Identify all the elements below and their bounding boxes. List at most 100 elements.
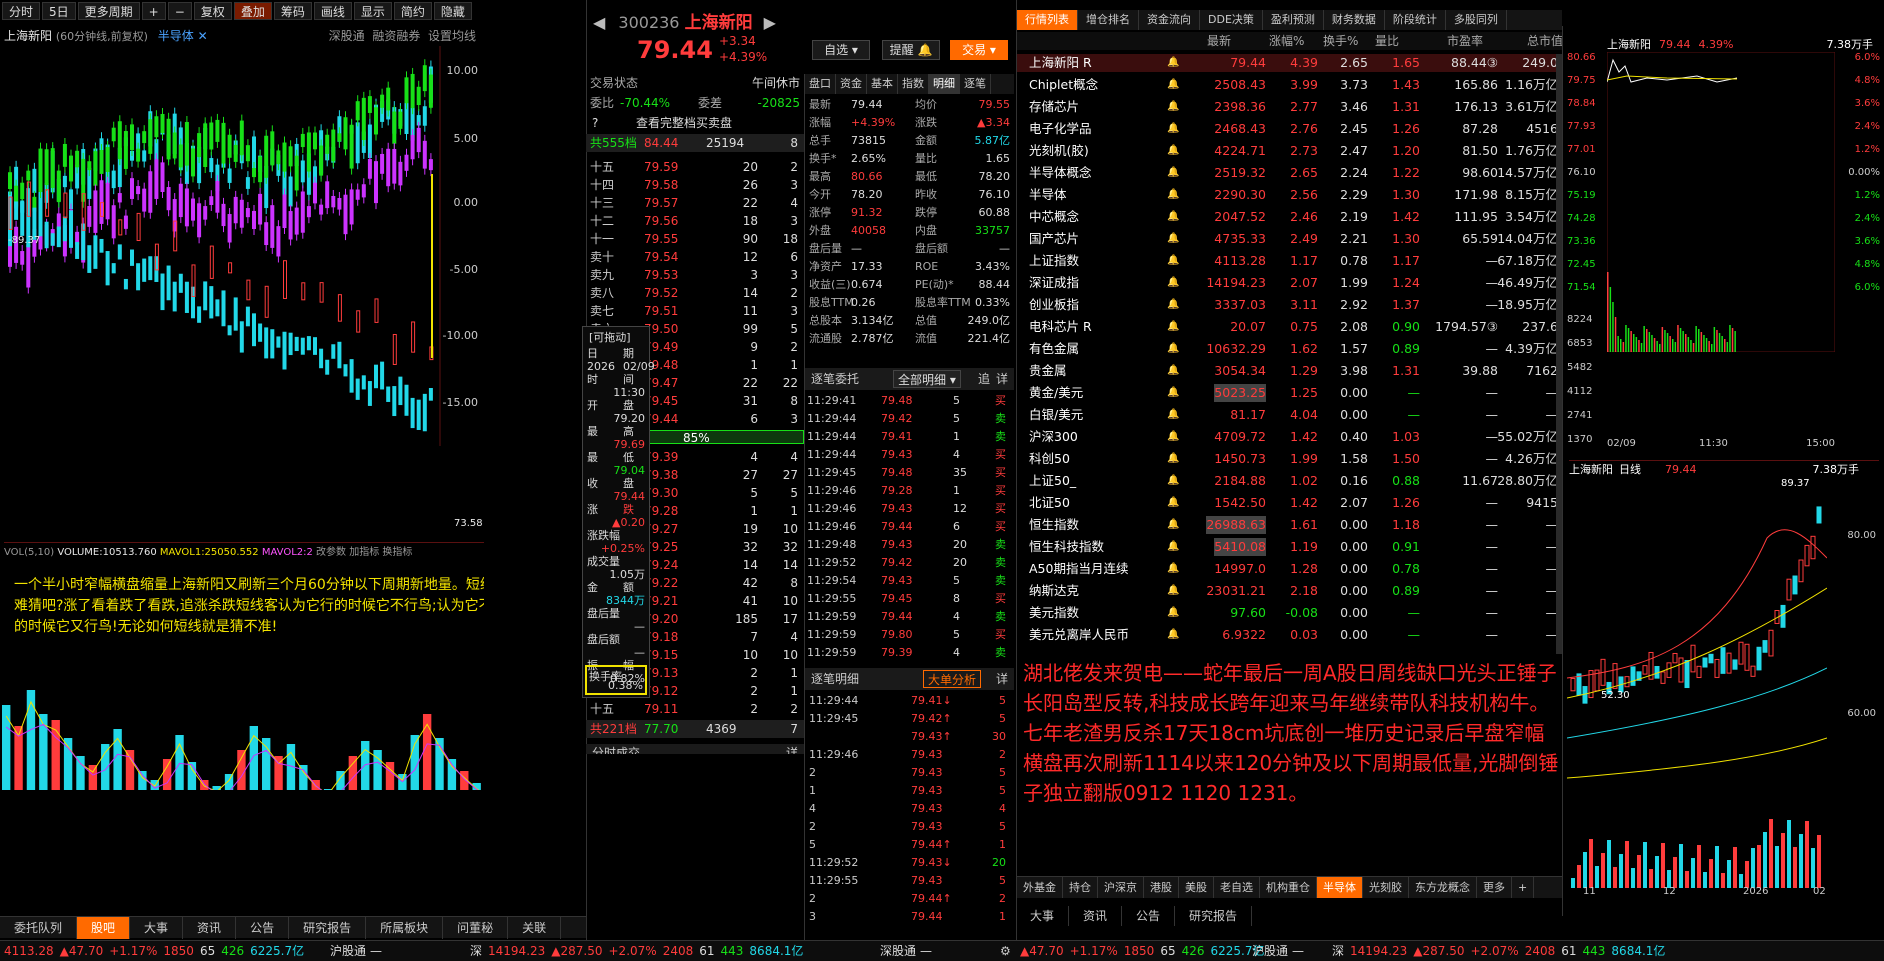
daily-kline-chart[interactable] xyxy=(1567,478,1827,898)
bell-icon[interactable]: 🔔 xyxy=(1167,120,1179,138)
zhubi-chase-button[interactable]: 追 xyxy=(978,368,990,390)
prev-stock-icon[interactable]: ◀ xyxy=(593,13,605,32)
watchlist-tab[interactable]: 更多 xyxy=(1477,877,1512,898)
bell-icon[interactable]: 🔔 xyxy=(1167,428,1179,446)
news-tab[interactable]: 资讯 xyxy=(1069,906,1123,926)
sector-row[interactable]: 黄金/美元 🔔 5023.25 1.25 0.00— — — xyxy=(1017,384,1562,402)
sector-row[interactable]: 白银/美元 🔔 81.17 4.04 0.00— — — xyxy=(1017,406,1562,424)
bottom-tab[interactable]: 公告 xyxy=(236,917,290,939)
sector-tag[interactable]: 半导体 xyxy=(158,29,194,43)
bell-icon[interactable]: 🔔 xyxy=(1167,296,1179,314)
watchlist-tab[interactable]: 美股 xyxy=(1179,877,1214,898)
bell-icon[interactable]: 🔔 xyxy=(1167,340,1179,358)
bell-icon[interactable]: 🔔 xyxy=(1167,406,1179,424)
sector-row[interactable]: 恒生指数 🔔 26988.63 1.61 0.00 1.18— — xyxy=(1017,516,1562,534)
bell-icon[interactable]: 🔔 xyxy=(1167,76,1179,94)
sector-row[interactable]: Chiplet概念 🔔 2508.43 3.99 3.73 1.43 165.86 1.16万… xyxy=(1017,76,1562,94)
news-tab[interactable]: 研究报告 xyxy=(1175,906,1253,926)
sh-index-ticker-2[interactable]: ▲47.70 +1.17% 1850 65 426 6225.7亿 xyxy=(1020,941,1271,961)
bell-icon[interactable]: 🔔 xyxy=(1167,208,1179,226)
sector-tab[interactable]: 盈利预测 xyxy=(1263,10,1324,30)
bell-icon[interactable]: 🔔 xyxy=(1167,164,1179,182)
sell-level-row[interactable]: 卖十 79.54 12 6 xyxy=(586,248,804,266)
hgt-ticker[interactable]: 沪股通 — xyxy=(330,941,386,961)
sector-row[interactable]: 沪深300 🔔 4709.72 1.42 0.40 1.03 —55.02万亿 xyxy=(1017,428,1562,446)
news-tab[interactable]: 公告 xyxy=(1122,906,1176,926)
zhubi-filter[interactable]: 全部明细 ▾ xyxy=(893,370,961,388)
sector-row[interactable]: A50期指当月连续 🔔 14997.0 1.28 0.00 0.78— — xyxy=(1017,560,1562,578)
sector-row[interactable]: 纳斯达克 🔔 23031.21 2.18 0.00 0.89— — xyxy=(1017,582,1562,600)
bell-icon[interactable]: 🔔 xyxy=(1167,274,1179,292)
bell-icon[interactable]: 🔔 xyxy=(1167,54,1179,72)
detail-tab[interactable]: 盘口 xyxy=(805,74,836,94)
bottom-tab[interactable]: 关联 xyxy=(508,917,562,939)
bottom-tab[interactable]: 股吧 xyxy=(77,917,131,939)
tag-close-icon[interactable]: ✕ xyxy=(198,29,208,43)
next-stock-icon[interactable]: ▶ xyxy=(764,13,776,32)
bottom-tab[interactable]: 研究报告 xyxy=(289,917,367,939)
sector-tab[interactable]: 阶段统计 xyxy=(1385,10,1446,30)
bottom-tab[interactable]: 所属板块 xyxy=(366,917,444,939)
detail-tab[interactable]: 资金 xyxy=(836,74,867,94)
hgt-ticker-2[interactable]: 沪股通 — xyxy=(1252,941,1308,961)
full-book-row[interactable]: ? 查看完整档买卖盘 xyxy=(586,114,804,132)
full-book-link[interactable]: 查看完整档买卖盘 xyxy=(636,114,732,132)
vol-switch-link[interactable]: 换指标 xyxy=(382,547,412,558)
sell-level-row[interactable]: 十一 79.55 90 18 xyxy=(586,230,804,248)
sell-level-row[interactable]: 十三 79.57 22 4 xyxy=(586,194,804,212)
sector-row[interactable]: 贵金属 🔔 3054.34 1.29 3.98 1.31 39.88 7162 xyxy=(1017,362,1562,380)
sell-level-row[interactable]: 十五 79.59 20 2 xyxy=(586,158,804,176)
watchlist-tab[interactable]: + xyxy=(1512,877,1535,898)
bottom-tab[interactable]: 委托队列 xyxy=(0,917,78,939)
overlay-button[interactable]: 叠加 xyxy=(233,2,272,20)
link-ma-settings[interactable]: 设置均线 xyxy=(428,29,476,43)
sector-tab[interactable]: 增仓排名 xyxy=(1078,10,1139,30)
sector-row[interactable]: 半导体 🔔 2290.30 2.56 2.29 1.30 171.98 8.15万亿 xyxy=(1017,186,1562,204)
detail-tab[interactable]: 指数 xyxy=(898,74,929,94)
sector-row[interactable]: 上证指数 🔔 4113.28 1.17 0.78 1.17 —67.18万亿 xyxy=(1017,252,1562,270)
bell-icon[interactable]: 🔔 xyxy=(1167,252,1179,270)
sector-row[interactable]: 深证成指 🔔 14194.23 2.07 1.99 1.24 —46.49万亿 xyxy=(1017,274,1562,292)
sector-row[interactable]: 上证50_ 🔔 2184.88 1.02 0.16 0.88 11.67 28.80万亿 xyxy=(1017,472,1562,490)
sz-index-ticker[interactable]: 深 14194.23 ▲287.50 +2.07% 2408 61 443 8684.1亿 xyxy=(470,941,809,961)
watchlist-tab[interactable]: 港股 xyxy=(1144,877,1179,898)
bell-icon[interactable]: 🔔 xyxy=(1167,626,1179,644)
selfsel-button[interactable]: 自选 ▾ xyxy=(812,40,870,60)
tab-intraday[interactable]: 分时 xyxy=(2,2,41,20)
hide-button[interactable]: 隐藏 xyxy=(433,2,472,20)
sector-row[interactable]: 光刻机(胶) 🔔 4224.71 2.73 2.47 1.20 81.50 1.76万亿 xyxy=(1017,142,1562,160)
sector-row[interactable]: 国产芯片 🔔 4735.33 2.49 2.21 1.30 65.59 14.04万亿 xyxy=(1017,230,1562,248)
bottom-tab[interactable]: 问董秘 xyxy=(443,917,509,939)
sell-level-row[interactable]: 卖九 79.53 3 3 xyxy=(586,266,804,284)
bell-icon[interactable]: 🔔 xyxy=(1167,98,1179,116)
watchlist-tab[interactable]: 沪深京 xyxy=(1098,877,1144,898)
sector-row[interactable]: 有色金属 🔔 10632.29 1.62 1.57 0.89 — 4.39万亿 xyxy=(1017,340,1562,358)
watchlist-tab[interactable]: 东方龙概念 xyxy=(1409,877,1477,898)
display-button[interactable]: 显示 xyxy=(353,2,392,20)
sector-tab[interactable]: 多股同列 xyxy=(1446,10,1507,30)
watchlist-tab[interactable]: 机构重仓 xyxy=(1260,877,1317,898)
chip-button[interactable]: 筹码 xyxy=(273,2,312,20)
bell-icon[interactable]: 🔔 xyxy=(1167,384,1179,402)
bell-icon[interactable]: 🔔 xyxy=(1167,472,1179,490)
candlestick-chart[interactable] xyxy=(0,46,484,446)
news-tab[interactable]: 大事 xyxy=(1016,906,1070,926)
bell-icon[interactable]: 🔔 xyxy=(1167,362,1179,380)
link-sgt[interactable]: 深股通 xyxy=(329,29,365,43)
sector-row[interactable]: 科创50 🔔 1450.73 1.99 1.58 1.50 — 4.26万亿 xyxy=(1017,450,1562,468)
sector-row[interactable]: 电子化学品 🔔 2468.43 2.76 2.45 1.26 87.28 4516 xyxy=(1017,120,1562,138)
bell-icon[interactable]: 🔔 xyxy=(1167,318,1179,336)
sell-level-row[interactable]: 十二 79.56 18 3 xyxy=(586,212,804,230)
sector-row[interactable]: 北证50 🔔 1542.50 1.42 2.07 1.26 — 9415 xyxy=(1017,494,1562,512)
sector-tab[interactable]: DDE决策 xyxy=(1200,10,1263,30)
sector-row[interactable]: 美元指数 🔔 97.60 -0.08 0.00— — — xyxy=(1017,604,1562,622)
sell-level-row[interactable]: 十四 79.58 26 3 xyxy=(586,176,804,194)
buy-level-row[interactable]: 十五 79.11 2 2 xyxy=(586,700,804,718)
watchlist-tab[interactable]: 老自选 xyxy=(1214,877,1260,898)
sector-tab[interactable]: 资金流向 xyxy=(1139,10,1200,30)
trade-button[interactable]: 交易 ▾ xyxy=(950,40,1008,60)
zhubi-detail-button[interactable]: 详 xyxy=(996,368,1008,390)
detail-tab[interactable]: 逐笔 xyxy=(960,74,991,94)
sector-row[interactable]: 半导体概念 🔔 2519.32 2.65 2.24 1.22 98.60 14.57万亿 xyxy=(1017,164,1562,182)
sector-row[interactable]: 上海新阳 R 🔔 79.44 4.39 2.65 1.65 88.44③ 249.0 xyxy=(1017,54,1562,72)
